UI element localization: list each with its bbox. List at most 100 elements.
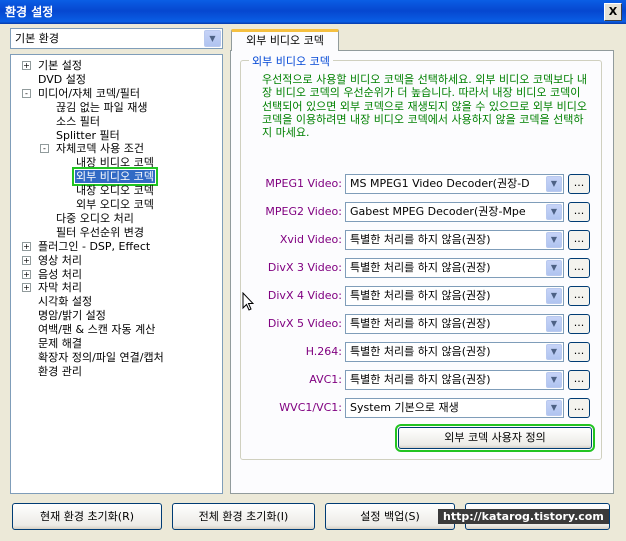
tree-item-label: 내장 오디오 코덱 [76,184,154,198]
codec-label: DivX 3 Video: [267,261,342,274]
tree-item[interactable]: 내장 비디오 코덱 [75,156,155,170]
tree-item-label: DVD 설정 [38,72,87,86]
reset-current-button[interactable]: 현재 환경 초기화(R) [12,503,162,530]
tree-item[interactable]: + 기본 설정 [22,59,83,73]
tree-item[interactable]: 외부 비디오 코덱 [72,167,158,187]
close-window-button[interactable]: X [604,3,622,21]
codec-select-value: 특별한 처리를 하지 않음(권장) [350,317,491,330]
tree-item[interactable]: + 영상 처리 [22,254,83,268]
collapse-icon[interactable]: - [22,88,31,98]
tree-item[interactable]: + 자막 처리 [22,281,83,295]
group-title: 외부 비디오 코덱 [249,53,333,69]
codec-options-button[interactable]: ... [568,398,590,418]
codec-options-button[interactable]: ... [568,230,590,250]
codec-label: DivX 5 Video: [267,317,342,330]
tree-item-label: 자체코덱 사용 조건 [56,142,144,156]
chevron-down-icon[interactable]: ▼ [546,400,562,416]
tree-item[interactable]: 여백/팬 & 스캔 자동 계산 [37,323,156,337]
tree-item-label: 여백/팬 & 스캔 자동 계산 [38,323,156,337]
watermark: http://katarog.tistory.com [438,509,609,524]
expand-icon[interactable]: + [22,269,31,279]
codec-select[interactable]: System 기본으로 재생 ▼ [345,398,564,418]
chevron-down-icon[interactable]: ▼ [546,344,562,360]
codec-options-button[interactable]: ... [568,342,590,362]
chevron-down-icon[interactable]: ▼ [546,204,562,220]
tree-item[interactable]: 문제 해결 [37,337,83,351]
codec-label: MPEG2 Video: [265,205,342,218]
tree-item-label: 다중 오디오 처리 [56,211,134,225]
collapse-icon[interactable]: - [40,144,49,154]
codec-select-value: 특별한 처리를 하지 않음(권장) [350,289,491,302]
expand-icon[interactable]: + [22,255,31,265]
custom-codec-button[interactable]: 외부 코덱 사용자 정의 [395,424,595,452]
codec-select-value: 특별한 처리를 하지 않음(권장) [350,345,491,358]
codec-options-button[interactable]: ... [568,174,590,194]
expand-icon[interactable]: + [22,61,31,70]
tree-item-label: 자막 처리 [38,281,82,295]
codec-select-value: System 기본으로 재생 [350,401,459,414]
chevron-down-icon[interactable]: ▼ [546,316,562,332]
codec-select-value: 특별한 처리를 하지 않음(권장) [350,233,491,246]
tree-item[interactable]: 필터 우선순위 변경 [55,226,145,240]
tree-item-label: 시각화 설정 [38,295,93,309]
category-combo-value: 기본 환경 [15,32,59,45]
tree-item[interactable]: 내장 오디오 코덱 [75,184,155,198]
codec-options-button[interactable]: ... [568,286,590,306]
chevron-down-icon[interactable]: ▼ [546,176,562,192]
codec-select[interactable]: 특별한 처리를 하지 않음(권장) ▼ [345,258,564,278]
reset-all-button[interactable]: 전체 환경 초기화(I) [172,503,315,530]
tree-item-label: 미디어/자체 코덱/필터 [38,86,140,100]
codec-select[interactable]: Gabest MPEG Decoder(권장-Mpe ▼ [345,202,564,222]
tree-item[interactable]: 확장자 정의/파일 연결/캡처 [37,351,165,365]
codec-select-value: 특별한 처리를 하지 않음(권장) [350,373,491,386]
codec-options-button[interactable]: ... [568,202,590,222]
codec-select[interactable]: MS MPEG1 Video Decoder(권장-D ▼ [345,174,564,194]
tree-item-label: 내장 비디오 코덱 [76,156,154,170]
chevron-down-icon[interactable]: ▼ [546,288,562,304]
codec-label: H.264: [305,345,342,358]
codec-options-button[interactable]: ... [568,258,590,278]
tree-item[interactable]: + 플러그인 - DSP, Effect [22,240,151,254]
codec-options-button[interactable]: ... [568,370,590,390]
tree-item-label: 필터 우선순위 변경 [56,225,144,239]
codec-label: WVC1/VC1: [279,401,342,414]
tree-item[interactable]: DVD 설정 [37,73,87,87]
tab-external-video-codec[interactable]: 외부 비디오 코덱 [231,29,339,51]
title-bar: 환경 설정 X [0,0,626,24]
tree-item[interactable]: 환경 관리 [37,365,83,379]
codec-select[interactable]: 특별한 처리를 하지 않음(권장) ▼ [345,230,564,250]
tree-item-label: 끊김 없는 파일 재생 [56,100,148,114]
tree-item-label: 기본 설정 [38,59,82,72]
tree-item[interactable]: 명암/밝기 설정 [37,309,107,323]
tree-item-label: 확장자 정의/파일 연결/캡처 [38,350,164,364]
chevron-down-icon[interactable]: ▼ [546,372,562,388]
tree-item[interactable]: 외부 오디오 코덱 [75,198,155,212]
codec-select[interactable]: 특별한 처리를 하지 않음(권장) ▼ [345,370,564,390]
codec-options-button[interactable]: ... [568,314,590,334]
codec-select[interactable]: 특별한 처리를 하지 않음(권장) ▼ [345,286,564,306]
tree-item[interactable]: + 음성 처리 [22,268,83,282]
chevron-down-icon[interactable]: ▼ [546,232,562,248]
tree-item[interactable]: 소스 필터 [55,115,101,129]
tree-item[interactable]: 시각화 설정 [37,295,93,309]
tree-item-label: 외부 오디오 코덱 [76,198,154,211]
tree-item[interactable]: 끊김 없는 파일 재생 [55,101,148,115]
tree-item-label: 환경 관리 [38,364,82,378]
codec-select[interactable]: 특별한 처리를 하지 않음(권장) ▼ [345,314,564,334]
tree-item[interactable]: - 자체코덱 사용 조건 [40,142,145,156]
expand-icon[interactable]: + [22,283,31,293]
expand-icon[interactable]: + [22,241,31,251]
codec-select-value: 특별한 처리를 하지 않음(권장) [350,261,491,274]
tree-item[interactable]: Splitter 필터 [55,129,121,143]
tree-item[interactable]: 다중 오디오 처리 [55,212,135,226]
codec-select[interactable]: 특별한 처리를 하지 않음(권장) ▼ [345,342,564,362]
tree-item[interactable]: - 미디어/자체 코덱/필터 [22,86,141,101]
tree-item-label: 명암/밝기 설정 [38,309,106,323]
backup-button[interactable]: 설정 백업(S) [325,503,455,530]
chevron-down-icon[interactable]: ▼ [204,30,221,47]
tree-item-label: 소스 필터 [56,114,100,128]
chevron-down-icon[interactable]: ▼ [546,260,562,276]
category-combo[interactable]: 기본 환경 ▼ [10,28,223,49]
codec-description: 우선적으로 사용할 비디오 코덱을 선택하세요. 외부 비디오 코덱보다 내장 … [262,73,587,140]
settings-tree[interactable]: + 기본 설정 DVD 설정 - 미디어/자체 코덱/필터 끊김 없는 파일 재생 소스 필… [10,54,223,494]
